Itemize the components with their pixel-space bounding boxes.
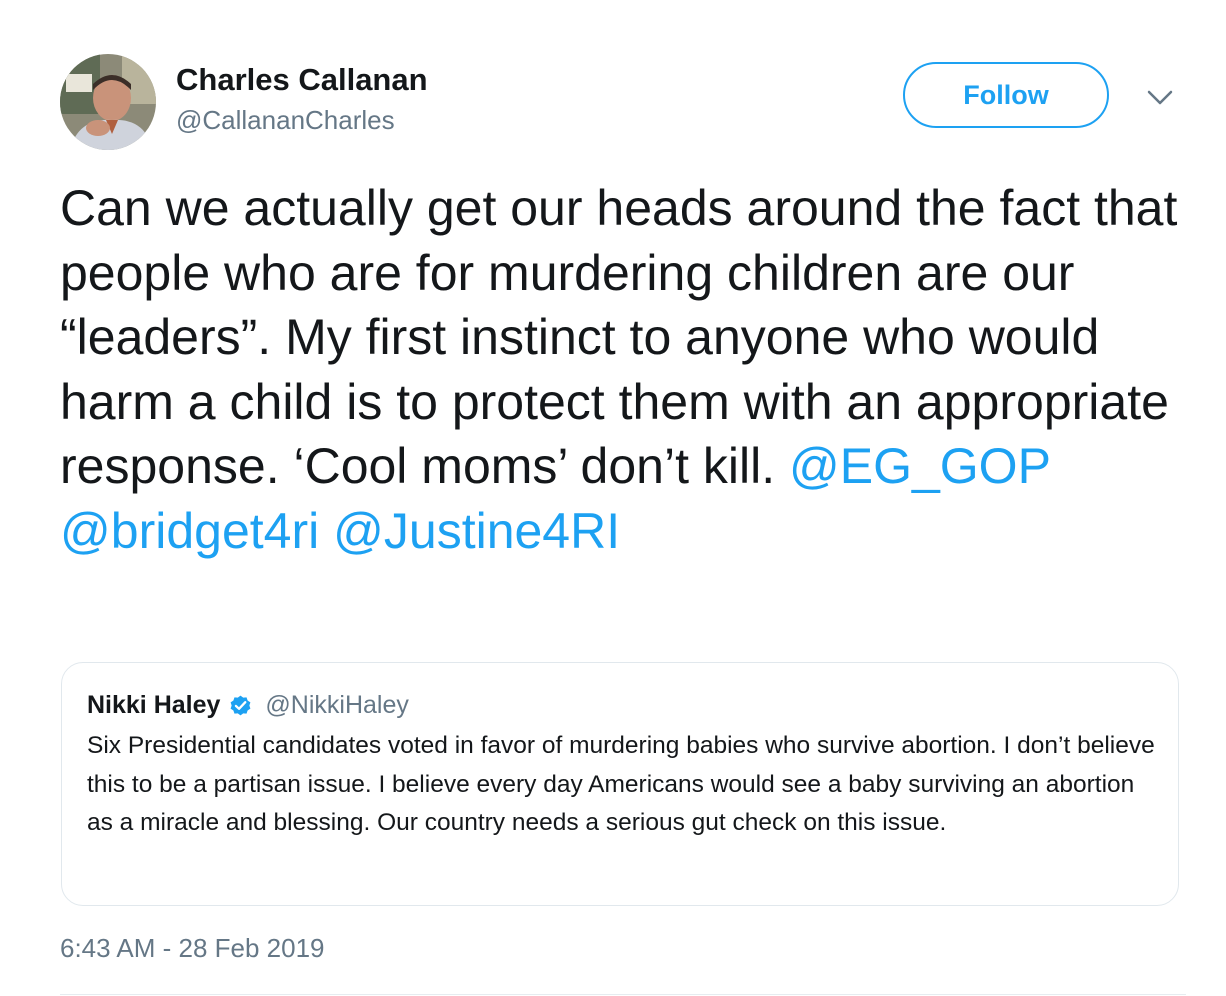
quoted-author-name: Nikki Haley [87, 691, 221, 719]
author-display-name[interactable]: Charles Callanan [176, 60, 428, 100]
tweet-text: Can we actually get our heads around the… [60, 176, 1200, 563]
mention-link[interactable]: @Justine4RI [333, 503, 620, 559]
quoted-tweet-header: Nikki Haley @NikkiHaley [87, 691, 409, 720]
quoted-tweet-text: Six Presidential candidates voted in fav… [87, 732, 1155, 836]
author-handle[interactable]: @CallananCharles [176, 102, 395, 138]
chevron-down-icon[interactable] [1146, 88, 1174, 108]
quoted-author-handle: @NikkiHaley [265, 691, 409, 719]
quoted-tweet-card[interactable]: Nikki Haley @NikkiHaley Six Presidential… [61, 662, 1179, 906]
verified-badge-icon [228, 693, 253, 718]
tweet-timestamp[interactable]: 6:43 AM - 28 Feb 2019 [60, 930, 325, 966]
avatar[interactable] [60, 54, 156, 150]
avatar-photo [60, 54, 156, 150]
follow-button[interactable]: Follow [903, 62, 1109, 128]
divider [60, 994, 1186, 995]
mention-link[interactable]: @bridget4ri [60, 503, 319, 559]
mention-link[interactable]: @EG_GOP [789, 438, 1050, 494]
